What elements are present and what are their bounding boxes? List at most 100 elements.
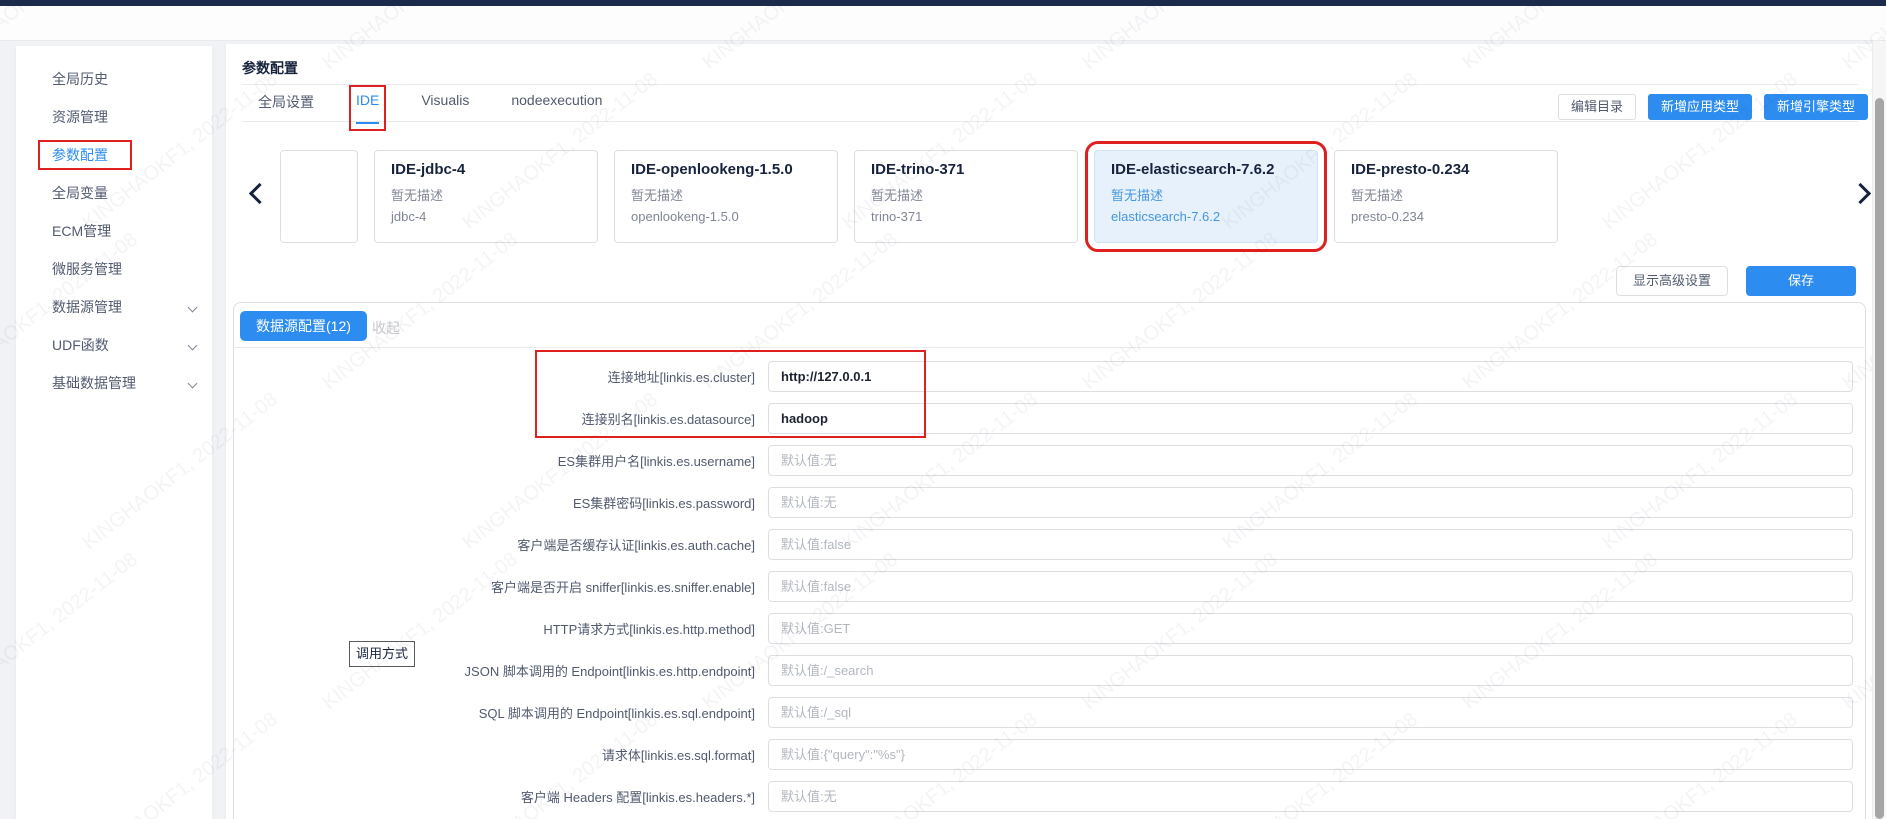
config-field-value: 默认值:无	[781, 789, 837, 804]
config-field-label: ES集群密码[linkis.es.password]	[233, 493, 755, 512]
engine-card-version: presto-0.234	[1351, 209, 1541, 224]
collapse-link[interactable]: 收起	[372, 318, 400, 338]
config-field-label: 客户端 Headers 配置[linkis.es.headers.*]	[233, 787, 755, 806]
engine-card-title: IDE-openlookeng-1.5.0	[631, 161, 821, 178]
chevron-down-icon	[188, 379, 198, 389]
config-row: ES集群用户名[linkis.es.username] 默认值:无	[233, 445, 1866, 476]
tab-label: 全局设置	[258, 94, 314, 110]
engine-card-list: IDE-jdbc-4 暂无描述 jdbc-4 IDE-openlookeng-1…	[280, 150, 1558, 243]
engine-card-description: 暂无描述	[631, 185, 821, 204]
config-row: 客户端 Headers 配置[linkis.es.headers.*] 默认值:…	[233, 781, 1866, 812]
chevron-down-icon	[188, 303, 198, 313]
sidebar-item-label: UDF函数	[52, 337, 109, 353]
config-row: 请求体[linkis.es.sql.format] 默认值:{"query":"…	[233, 739, 1866, 770]
config-field-label: 客户端是否缓存认证[linkis.es.auth.cache]	[233, 535, 755, 554]
engine-card-title: IDE-jdbc-4	[391, 161, 581, 178]
sidebar-item[interactable]: 全局历史	[16, 60, 212, 98]
config-field-value: 默认值:false	[781, 579, 851, 594]
config-row: SQL 脚本调用的 Endpoint[linkis.es.sql.endpoin…	[233, 697, 1866, 728]
config-field-input[interactable]: hadoop	[768, 403, 1853, 434]
config-row: ES集群密码[linkis.es.password] 默认值:无	[233, 487, 1866, 518]
engine-card-version: openlookeng-1.5.0	[631, 209, 821, 224]
engine-card[interactable]	[280, 150, 358, 243]
config-row: HTTP请求方式[linkis.es.http.method] 默认值:GET	[233, 613, 1866, 644]
scrollbar-thumb[interactable]	[1875, 98, 1884, 819]
config-field-input[interactable]: 默认值:无	[768, 781, 1853, 812]
config-field-input[interactable]: 默认值:/_search	[768, 655, 1853, 686]
tab[interactable]: Visualis	[421, 92, 469, 124]
sidebar-item-label: 参数配置	[40, 142, 130, 168]
title-divider	[242, 84, 1858, 85]
sidebar-item[interactable]: 数据源管理	[16, 288, 212, 326]
config-field-value: 默认值:无	[781, 453, 837, 468]
engine-card-version: jdbc-4	[391, 209, 581, 224]
config-field-input[interactable]: 默认值:无	[768, 445, 1853, 476]
engine-card-version: trino-371	[871, 209, 1061, 224]
datasource-config-tab[interactable]: 数据源配置(12)	[240, 311, 367, 341]
tab-label: nodeexecution	[511, 92, 602, 108]
toolbar: 编辑目录 新增应用类型 新增引擎类型	[1558, 94, 1868, 120]
config-field-label: 连接别名[linkis.es.datasource]	[233, 409, 755, 428]
config-field-label: ES集群用户名[linkis.es.username]	[233, 451, 755, 470]
sidebar-item-label: 数据源管理	[52, 299, 122, 315]
sidebar-item[interactable]: ECM管理	[16, 212, 212, 250]
sidebar: 全局历史 资源管理 参数配置 全局变量 ECM管理 微服务管理 数据源管理	[16, 46, 212, 819]
sidebar-item-label: 全局历史	[52, 71, 108, 87]
config-field-value: 默认值:false	[781, 537, 851, 552]
engine-card[interactable]: IDE-jdbc-4 暂无描述 jdbc-4	[374, 150, 598, 243]
sidebar-item[interactable]: UDF函数	[16, 326, 212, 364]
config-field-label: HTTP请求方式[linkis.es.http.method]	[233, 619, 755, 638]
actions-row: 显示高级设置 保存	[1616, 266, 1856, 296]
engine-card[interactable]: IDE-elasticsearch-7.6.2 暂无描述 elasticsear…	[1094, 150, 1318, 243]
config-field-input[interactable]: http://127.0.0.1	[768, 361, 1853, 392]
config-field-label: 请求体[linkis.es.sql.format]	[233, 745, 755, 764]
sidebar-item-label: 微服务管理	[52, 261, 122, 277]
config-row: 客户端是否开启 sniffer[linkis.es.sniffer.enable…	[233, 571, 1866, 602]
sidebar-item[interactable]: 微服务管理	[16, 250, 212, 288]
config-row: 客户端是否缓存认证[linkis.es.auth.cache] 默认值:fals…	[233, 529, 1866, 560]
engine-card[interactable]: IDE-presto-0.234 暂无描述 presto-0.234	[1334, 150, 1558, 243]
config-field-input[interactable]: 默认值:GET	[768, 613, 1853, 644]
config-field-label: JSON 脚本调用的 Endpoint[linkis.es.http.endpo…	[233, 661, 755, 680]
sidebar-item-label: 全局变量	[52, 185, 108, 201]
engine-card[interactable]: IDE-trino-371 暂无描述 trino-371	[854, 150, 1078, 243]
save-button[interactable]: 保存	[1746, 266, 1856, 296]
tab-label: Visualis	[421, 92, 469, 108]
config-field-label: SQL 脚本调用的 Endpoint[linkis.es.sql.endpoin…	[233, 703, 755, 722]
sidebar-item[interactable]: 资源管理	[16, 98, 212, 136]
engine-card-title: IDE-elasticsearch-7.6.2	[1111, 161, 1301, 178]
config-field-label: 客户端是否开启 sniffer[linkis.es.sniffer.enable…	[233, 577, 755, 596]
config-field-input[interactable]: 默认值:false	[768, 529, 1853, 560]
sidebar-item[interactable]: 全局变量	[16, 174, 212, 212]
add-engine-type-button[interactable]: 新增引擎类型	[1764, 94, 1868, 120]
tab[interactable]: nodeexecution	[511, 92, 602, 124]
config-field-value: 默认值:/_sql	[781, 705, 851, 720]
config-field-value: 默认值:/_search	[781, 663, 873, 678]
engine-card-version: elasticsearch-7.6.2	[1111, 209, 1301, 224]
sidebar-item-label: ECM管理	[52, 223, 111, 239]
sidebar-item[interactable]: 参数配置	[16, 136, 212, 174]
sidebar-item[interactable]: 基础数据管理	[16, 364, 212, 402]
tab-label: IDE	[356, 92, 379, 108]
tab[interactable]: 全局设置	[258, 92, 314, 124]
config-field-input[interactable]: 默认值:false	[768, 571, 1853, 602]
sidebar-item-label: 基础数据管理	[52, 375, 136, 391]
engine-card-title: IDE-trino-371	[871, 161, 1061, 178]
config-field-value: 默认值:{"query":"%s"}	[781, 747, 905, 762]
show-advanced-button[interactable]: 显示高级设置	[1616, 266, 1728, 296]
app-header	[0, 6, 1886, 41]
config-field-input[interactable]: 默认值:{"query":"%s"}	[768, 739, 1853, 770]
config-field-input[interactable]: 默认值:/_sql	[768, 697, 1853, 728]
tab-bar: 全局设置 IDE Visualis nodeexecution	[258, 92, 602, 124]
engine-card-description: 暂无描述	[1111, 185, 1301, 204]
sidebar-item-label: 资源管理	[52, 109, 108, 125]
tab[interactable]: IDE	[356, 92, 379, 124]
config-field-label: 连接地址[linkis.es.cluster]	[233, 367, 755, 386]
engine-card[interactable]: IDE-openlookeng-1.5.0 暂无描述 openlookeng-1…	[614, 150, 838, 243]
top-accent-bar	[0, 0, 1886, 6]
config-field-input[interactable]: 默认值:无	[768, 487, 1853, 518]
add-app-type-button[interactable]: 新增应用类型	[1648, 94, 1752, 120]
config-form: 连接地址[linkis.es.cluster] http://127.0.0.1…	[233, 347, 1866, 819]
edit-catalog-button[interactable]: 编辑目录	[1558, 94, 1636, 120]
config-row: 连接地址[linkis.es.cluster] http://127.0.0.1	[233, 361, 1866, 392]
